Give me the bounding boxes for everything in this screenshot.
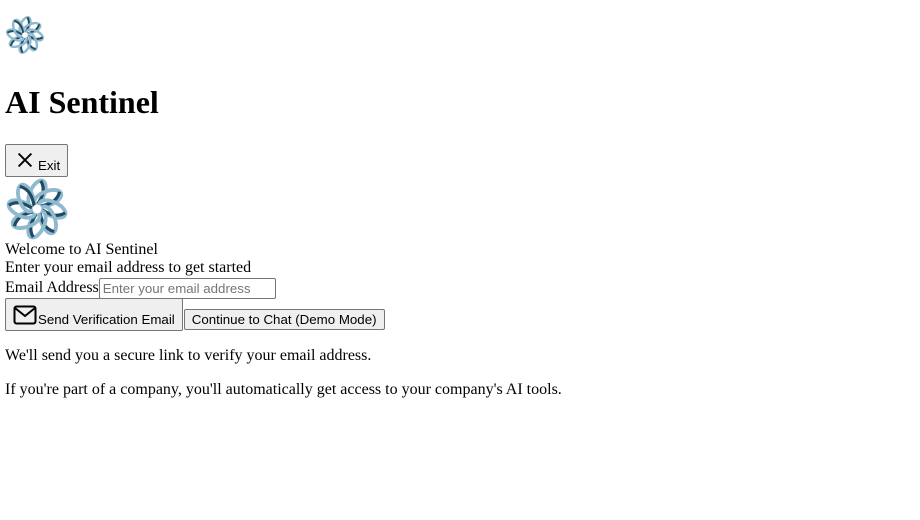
send-verification-button[interactable]: Send Verification Email — [5, 298, 183, 331]
welcome-heading: Welcome to AI Sentinel — [5, 241, 158, 258]
exit-button[interactable]: Exit — [5, 144, 69, 177]
verification-note: We'll send you a secure link to verify y… — [5, 347, 372, 364]
envelope-icon — [13, 305, 37, 325]
email-field[interactable] — [98, 277, 276, 299]
page-title: AI Sentinel — [5, 84, 159, 120]
close-icon — [17, 152, 33, 168]
demo-mode-button[interactable]: Continue to Chat (Demo Mode) — [183, 309, 385, 330]
email-row: Email Address — [5, 277, 915, 299]
email-label: Email Address — [5, 279, 99, 296]
company-access-note: If you're part of a company, you'll auto… — [5, 381, 562, 398]
flower-logo-icon — [6, 178, 68, 240]
flower-logo-icon — [6, 16, 44, 54]
login-subtitle: Enter your email address to get started — [5, 259, 252, 276]
send-verification-label: Send Verification Email — [38, 312, 175, 327]
exit-label: Exit — [38, 158, 61, 173]
action-buttons: Send Verification Email Continue to Chat… — [5, 298, 915, 331]
page: AI Sentinel Exit Welcome to AI Sentinel … — [0, 15, 920, 399]
